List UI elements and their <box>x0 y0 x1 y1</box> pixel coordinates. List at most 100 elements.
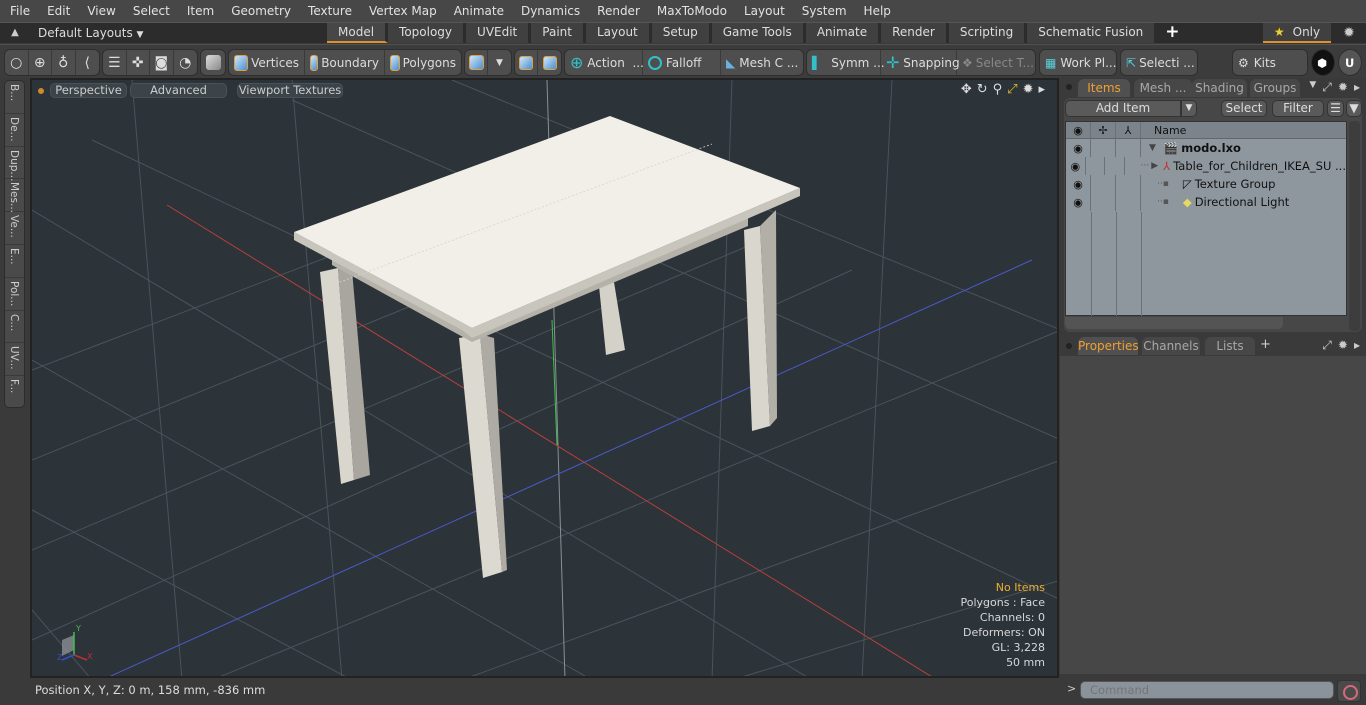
filter-button[interactable]: Filter <box>1272 100 1324 117</box>
vtab-duplicate[interactable]: Dup... <box>5 147 24 181</box>
locator-cell[interactable] <box>1105 157 1125 175</box>
table-model[interactable] <box>294 116 800 578</box>
tree-row[interactable]: ◉ ··▪ ◸ Texture Group <box>1066 175 1346 193</box>
horizontal-scrollbar[interactable] <box>1065 317 1283 329</box>
tab-game-tools[interactable]: Game Tools <box>711 23 806 43</box>
vertical-scrollbar[interactable] <box>1349 121 1360 331</box>
polygons-mode-button[interactable]: Polygons <box>385 50 461 75</box>
rotate-icon[interactable]: ↻ <box>977 82 988 97</box>
vtab-mesh-edit[interactable]: Mes... <box>5 179 24 213</box>
snapping-button[interactable]: ✛ Snapping <box>881 50 960 75</box>
action-center-button[interactable]: ⊕ Action ... <box>565 50 644 75</box>
select-button[interactable]: Select <box>1221 100 1267 117</box>
menu-geometry[interactable]: Geometry <box>221 0 298 22</box>
visibility-eye-icon[interactable]: ◉ <box>1066 175 1091 193</box>
unreal-logo-button[interactable]: U <box>1338 49 1362 76</box>
view-type-button[interactable]: Perspective <box>50 83 127 98</box>
shading-mode-button[interactable]: Advanced <box>130 83 227 98</box>
lock-cell[interactable] <box>1091 139 1116 157</box>
panel-gear-icon[interactable]: ✹ <box>1338 338 1348 353</box>
visibility-eye-icon[interactable]: ◉ <box>1066 139 1091 157</box>
tab-scripting[interactable]: Scripting <box>948 23 1028 43</box>
vtab-vertex[interactable]: Ve... <box>5 212 24 245</box>
visibility-eye-icon[interactable]: ◉ <box>1066 122 1091 138</box>
locator-cell[interactable] <box>1116 175 1141 193</box>
expand-panel-icon[interactable]: ⤢ <box>1322 338 1332 353</box>
tab-properties[interactable]: Properties <box>1078 337 1139 355</box>
menu-maxtomodo[interactable]: MaxToModo <box>647 0 734 22</box>
tab-groups[interactable]: Groups <box>1250 79 1300 97</box>
tab-shading[interactable]: Shading <box>1192 79 1247 97</box>
circle-tool-icon[interactable]: ○ <box>5 50 29 75</box>
maximize-arrows-icon[interactable]: ⤢ <box>1007 82 1017 97</box>
boundary-mode-button[interactable]: Boundary <box>305 50 385 75</box>
vtab-uv[interactable]: UV... <box>5 343 24 377</box>
panel-menu-arrow-icon[interactable]: ▸ <box>1354 338 1360 353</box>
viewport-scene[interactable]: Y X Z <box>32 80 1059 678</box>
expand-triangle-icon[interactable]: ▼ <box>1149 143 1156 153</box>
menu-edit[interactable]: Edit <box>37 0 77 22</box>
lock-transform-icon[interactable]: ✢ <box>1091 122 1116 138</box>
tab-render[interactable]: Render <box>881 23 949 43</box>
tab-schematic-fusion[interactable]: Schematic Fusion <box>1027 23 1158 43</box>
tree-row[interactable]: ◉ ··· ▶ ⅄ Table_for_Children_IKEA_SU ... <box>1066 157 1346 175</box>
layouts-dropdown[interactable]: Default Layouts ▼ <box>38 23 143 45</box>
3d-viewport[interactable]: Y X Z Perspective Advanced Viewport Text… <box>30 78 1059 678</box>
menu-layout[interactable]: Layout <box>734 0 792 22</box>
falloff-button[interactable]: Falloff <box>643 50 721 75</box>
dial-icon[interactable]: ◔ <box>174 50 197 75</box>
symmetry-button[interactable]: ▌ Symm ... <box>807 50 885 75</box>
add-item-dropdown-chevron-icon[interactable]: ▼ <box>1181 100 1197 117</box>
gear-icon[interactable]: ✹ <box>1340 23 1358 43</box>
locator-axes-icon[interactable]: ⅄ <box>1116 122 1141 138</box>
local-pivot-icon[interactable] <box>538 50 561 75</box>
menu-file[interactable]: File <box>0 0 37 22</box>
tab-model[interactable]: Model <box>327 23 389 43</box>
name-column-header[interactable]: Name <box>1141 122 1346 138</box>
tab-animate[interactable]: Animate <box>805 23 882 43</box>
tab-paint[interactable]: Paint <box>531 23 586 43</box>
viewport-textures-button[interactable]: Viewport Textures <box>237 83 343 98</box>
menu-animate[interactable]: Animate <box>444 0 511 22</box>
tab-items[interactable]: Items <box>1078 79 1130 97</box>
lock-cell[interactable] <box>1091 193 1116 211</box>
tree-row[interactable]: ◉ ··▪ ◆ Directional Light <box>1066 193 1346 211</box>
locator-cell[interactable] <box>1116 139 1141 157</box>
menu-vertex-map[interactable]: Vertex Map <box>359 0 444 22</box>
add-item-button[interactable]: Add Item <box>1065 100 1181 117</box>
sphere-globe-icon[interactable]: ⊕ <box>29 50 52 75</box>
select-through-button[interactable]: ❖ Select T... <box>957 50 1035 75</box>
vtab-edge[interactable]: E... <box>5 245 24 278</box>
collapse-up-icon[interactable]: ▲ <box>8 26 22 40</box>
expand-panel-icon[interactable]: ⤢ <box>1322 80 1332 95</box>
tree-row[interactable]: ◉ ▼ 🎬 modo.lxo <box>1066 139 1346 157</box>
lock-cell[interactable] <box>1091 175 1116 193</box>
menu-texture[interactable]: Texture <box>298 0 359 22</box>
align-icon[interactable]: ☰ <box>103 50 127 75</box>
viewport-gear-icon[interactable]: ✹ <box>1023 82 1034 97</box>
kits-button[interactable]: ⚙ Kits <box>1233 50 1307 75</box>
vtab-basic[interactable]: B... <box>5 81 24 114</box>
modo-logo-button[interactable]: ⬢ <box>1311 49 1335 76</box>
viewport-menu-arrow-icon[interactable]: ▸ <box>1038 82 1045 97</box>
pan-move-icon[interactable]: ✥ <box>961 82 972 97</box>
tab-channels[interactable]: Channels <box>1142 337 1200 355</box>
menu-dynamics[interactable]: Dynamics <box>511 0 587 22</box>
tab-lists[interactable]: Lists <box>1205 337 1255 355</box>
list-options-icon[interactable]: ☰ <box>1327 100 1344 117</box>
lock-cell[interactable] <box>1086 157 1106 175</box>
menu-item[interactable]: Item <box>177 0 221 22</box>
panel-gear-icon[interactable]: ✹ <box>1338 80 1348 95</box>
center-pivot-icon[interactable] <box>515 50 539 75</box>
material-cube-icon[interactable] <box>465 50 489 75</box>
mesh-constraint-button[interactable]: ◣ Mesh C ... <box>721 50 803 75</box>
locator-cell[interactable] <box>1116 193 1141 211</box>
command-input[interactable] <box>1080 681 1334 699</box>
item-mode-cube-icon[interactable] <box>201 50 225 75</box>
menu-select[interactable]: Select <box>123 0 177 22</box>
workplane-button[interactable]: ▦ Work Pl... <box>1040 50 1117 75</box>
visibility-eye-icon[interactable]: ◉ <box>1066 157 1086 175</box>
tab-uvedit[interactable]: UVEdit <box>466 23 532 43</box>
menu-help[interactable]: Help <box>854 0 898 22</box>
tab-topology[interactable]: Topology <box>388 23 467 43</box>
